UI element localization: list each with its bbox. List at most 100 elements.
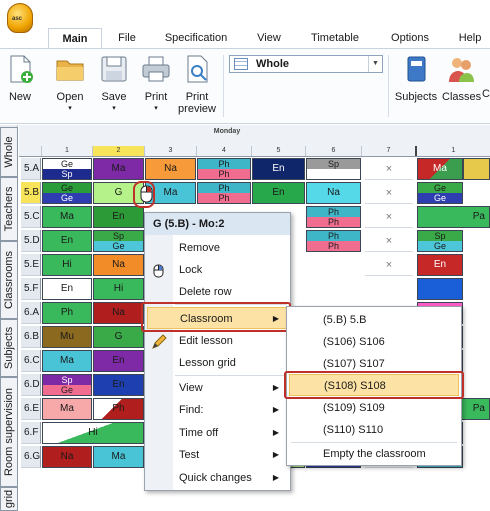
subjects-button[interactable]: Subjects [392,51,440,103]
empty-slot[interactable]: × [365,254,413,276]
lesson-card[interactable]: Ph Ph [306,230,361,252]
submenu-item-classroom[interactable]: (S110) S110 [287,419,461,441]
lesson-card[interactable]: Ma [93,158,144,180]
lesson-card[interactable]: Hi [93,278,144,300]
row-label[interactable]: 6.A [21,302,41,324]
lesson-card[interactable]: Sp Ge [93,230,144,252]
print-button[interactable]: Print ▾ [138,51,174,115]
submenu-item-empty-classroom[interactable]: Empty the classroom [287,443,461,465]
menu-tab-view[interactable]: View [248,28,290,48]
lesson-card[interactable]: Ma [417,158,463,180]
cut-off-button[interactable]: C [482,51,490,100]
lesson-card[interactable]: Ph [42,302,92,324]
lesson-card[interactable]: En [252,158,305,180]
empty-slot[interactable]: × [365,158,413,180]
row-label[interactable]: 5.B [21,182,41,204]
row-label[interactable]: 6.E [21,398,41,420]
lesson-card[interactable]: Ph Ph [197,158,251,180]
lesson-card[interactable]: En [93,350,144,372]
row-label[interactable]: 5.A [21,158,41,180]
menu-tab-options[interactable]: Options [382,28,438,48]
tab-subjects[interactable]: Subjects [0,319,18,377]
save-button[interactable]: Save ▾ [94,51,134,115]
menu-item-test[interactable]: Test ▶ [173,444,289,466]
submenu-item-classroom[interactable]: (S109) S109 [287,397,461,419]
empty-slot[interactable]: × [365,206,413,228]
tab-grid[interactable]: grid [0,487,18,511]
lesson-card[interactable] [417,278,463,300]
menu-item-quick-changes[interactable]: Quick changes ▶ [173,467,289,489]
lesson-card[interactable] [463,158,490,180]
row-label[interactable]: 6.F [21,422,41,444]
lesson-card[interactable]: Na [145,158,196,180]
lesson-card[interactable]: Pa [417,206,490,228]
row-label[interactable]: 6.G [21,446,41,468]
lesson-card[interactable]: Hi [42,422,144,444]
new-button[interactable]: New [4,51,36,103]
lesson-card[interactable]: Ph Ph [306,206,361,228]
lesson-card[interactable]: Ma [42,206,92,228]
cut-off-icon [484,54,490,84]
view-combo[interactable]: Whole ▼ [229,55,383,73]
lesson-card[interactable]: Ma [42,350,92,372]
lesson-card[interactable]: En [93,374,144,396]
row-label[interactable]: 6.C [21,350,41,372]
menu-tab-specification[interactable]: Specification [156,28,236,48]
lesson-card[interactable]: En [252,182,305,204]
menu-tab-file[interactable]: File [110,28,144,48]
lesson-card[interactable]: Na [306,182,361,204]
lesson-card[interactable]: G [93,326,144,348]
lesson-card[interactable]: Ge Ge [42,182,92,204]
combo-dropdown-icon[interactable]: ▼ [368,56,382,72]
submenu-item-classroom[interactable]: (5.B) 5.B [287,309,461,331]
menu-item-lock[interactable]: Lock [173,259,289,281]
tab-classrooms[interactable]: Classrooms [0,241,18,319]
classes-button[interactable]: Classes [442,51,481,103]
row-label[interactable]: 5.E [21,254,41,276]
menu-item-delete-row[interactable]: Delete row [173,281,289,303]
lesson-card[interactable]: Ph Ph [197,182,251,204]
lesson-card[interactable]: Mu [42,326,92,348]
lesson-card[interactable]: Ph [93,398,144,420]
row-label[interactable]: 5.D [21,230,41,252]
print-preview-button[interactable]: Print preview [175,51,219,115]
printer-icon [142,56,170,82]
lesson-card[interactable]: Na [93,302,144,324]
lesson-card[interactable]: Ge Sp [42,158,92,180]
row-label[interactable]: 6.B [21,326,41,348]
row-label[interactable]: 5.C [21,206,41,228]
lesson-card[interactable]: En [42,278,92,300]
submenu-item-classroom[interactable]: (S106) S106 [287,331,461,353]
lesson-card[interactable]: Na [93,254,144,276]
menu-item-time-off[interactable]: Time off ▶ [173,422,289,444]
row-label[interactable]: 6.D [21,374,41,396]
menu-item-label: Quick changes [179,472,252,484]
lesson-card[interactable]: Ma [93,446,144,468]
lesson-card[interactable]: En [42,230,92,252]
menu-tab-timetable[interactable]: Timetable [302,28,368,48]
empty-slot[interactable]: × [365,182,413,204]
tab-whole[interactable]: Whole [0,127,18,177]
menu-item-lesson-grid[interactable]: Lesson grid [173,352,289,374]
app-menu-orb[interactable]: asc [7,3,33,33]
lesson-card[interactable]: En [417,254,463,276]
menu-tab-main[interactable]: Main [48,28,102,48]
lesson-card[interactable]: Hi [42,254,92,276]
open-button[interactable]: Open ▾ [50,51,90,115]
menu-item-find[interactable]: Find: ▶ [173,399,289,421]
lesson-card[interactable]: Sp Ge [417,230,463,252]
lesson-card[interactable]: Ge Ge [417,182,463,204]
lesson-card[interactable]: Na [42,446,92,468]
tab-teachers[interactable]: Teachers [0,177,18,241]
menu-tab-help[interactable]: Help [450,28,490,48]
lesson-card[interactable]: Sp Ge [42,374,92,396]
lesson-card[interactable]: En [93,206,144,228]
row-label[interactable]: 5.F [21,278,41,300]
menu-item-edit-lesson[interactable]: Edit lesson [173,330,289,352]
lesson-card[interactable]: Ma [42,398,92,420]
menu-item-remove[interactable]: Remove [173,237,289,259]
menu-item-view[interactable]: View ▶ [173,377,289,399]
empty-slot[interactable]: × [365,230,413,252]
lesson-card[interactable]: Sp [306,158,361,180]
tab-room-supervision[interactable]: Room supervision [0,377,18,487]
